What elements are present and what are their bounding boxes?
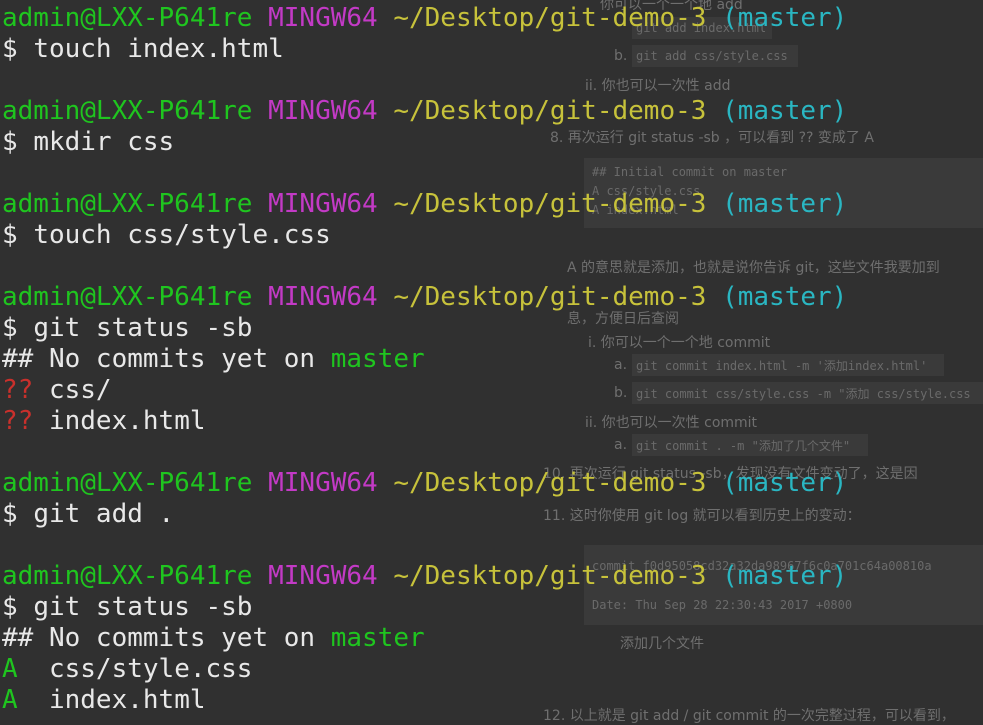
prompt-shell: MINGW64 [268, 3, 378, 33]
status-mark: ?? [2, 375, 34, 405]
prompt-user-host: admin@LXX-P641re [2, 561, 253, 591]
prompt-branch: (master) [722, 96, 848, 126]
status-entry: A css/style.css [2, 654, 252, 685]
terminal-window[interactable]: admin@LXX-P641re MINGW64 ~/Desktop/git-d… [0, 0, 983, 723]
command-line: $ git add . [2, 499, 174, 530]
prompt-user-host: admin@LXX-P641re [2, 96, 253, 126]
prompt-shell: MINGW64 [268, 561, 378, 591]
prompt-symbol: $ [2, 499, 18, 529]
prompt-line: admin@LXX-P641re MINGW64 ~/Desktop/git-d… [2, 561, 847, 592]
prompt-symbol: $ [2, 220, 18, 250]
command-line: $ git status -sb [2, 313, 252, 344]
command-line: $ git status -sb [2, 592, 252, 623]
command-text: touch index.html [33, 34, 284, 64]
status-file: css/ [33, 375, 112, 405]
status-header: ## No commits yet on master [2, 623, 425, 654]
status-file: index.html [17, 685, 206, 715]
prompt-path: ~/Desktop/git-demo-3 [393, 96, 707, 126]
prompt-branch: (master) [722, 561, 848, 591]
status-file: css/style.css [17, 654, 253, 684]
prompt-line: admin@LXX-P641re MINGW64 ~/Desktop/git-d… [2, 468, 847, 499]
status-entry: A index.html [2, 685, 206, 716]
prompt-branch: (master) [722, 189, 848, 219]
prompt-branch: (master) [722, 3, 848, 33]
status-header-text: ## No commits yet on [2, 344, 331, 374]
prompt-user-host: admin@LXX-P641re [2, 3, 253, 33]
prompt-branch: (master) [722, 282, 848, 312]
prompt-symbol: $ [2, 592, 18, 622]
command-text: git status -sb [33, 313, 253, 343]
prompt-symbol: $ [2, 34, 18, 64]
prompt-shell: MINGW64 [268, 189, 378, 219]
command-text: touch css/style.css [33, 220, 331, 250]
prompt-path: ~/Desktop/git-demo-3 [393, 468, 707, 498]
prompt-branch: (master) [722, 468, 848, 498]
prompt-symbol: $ [2, 313, 18, 343]
command-line: $ touch index.html [2, 34, 284, 65]
prompt-user-host: admin@LXX-P641re [2, 468, 253, 498]
status-entry: ?? css/ [2, 375, 112, 406]
command-text: git add . [33, 499, 175, 529]
command-line: $ mkdir css [2, 127, 174, 158]
status-mark: A [2, 685, 18, 715]
status-header-text: ## No commits yet on [2, 623, 331, 653]
prompt-line: admin@LXX-P641re MINGW64 ~/Desktop/git-d… [2, 3, 847, 34]
prompt-shell: MINGW64 [268, 96, 378, 126]
command-text: git status -sb [33, 592, 253, 622]
prompt-symbol: $ [2, 127, 18, 157]
status-mark: ?? [2, 406, 34, 436]
prompt-user-host: admin@LXX-P641re [2, 189, 253, 219]
prompt-path: ~/Desktop/git-demo-3 [393, 561, 707, 591]
status-entry: ?? index.html [2, 406, 206, 437]
prompt-user-host: admin@LXX-P641re [2, 282, 253, 312]
status-header: ## No commits yet on master [2, 344, 425, 375]
status-file: index.html [33, 406, 206, 436]
prompt-line: admin@LXX-P641re MINGW64 ~/Desktop/git-d… [2, 189, 847, 220]
prompt-path: ~/Desktop/git-demo-3 [393, 282, 707, 312]
prompt-shell: MINGW64 [268, 468, 378, 498]
command-line: $ touch css/style.css [2, 220, 331, 251]
status-branch: master [330, 344, 425, 374]
command-text: mkdir css [33, 127, 175, 157]
status-branch: master [330, 623, 425, 653]
prompt-line: admin@LXX-P641re MINGW64 ~/Desktop/git-d… [2, 96, 847, 127]
status-mark: A [2, 654, 18, 684]
prompt-path: ~/Desktop/git-demo-3 [393, 189, 707, 219]
prompt-line: admin@LXX-P641re MINGW64 ~/Desktop/git-d… [2, 282, 847, 313]
prompt-shell: MINGW64 [268, 282, 378, 312]
prompt-path: ~/Desktop/git-demo-3 [393, 3, 707, 33]
